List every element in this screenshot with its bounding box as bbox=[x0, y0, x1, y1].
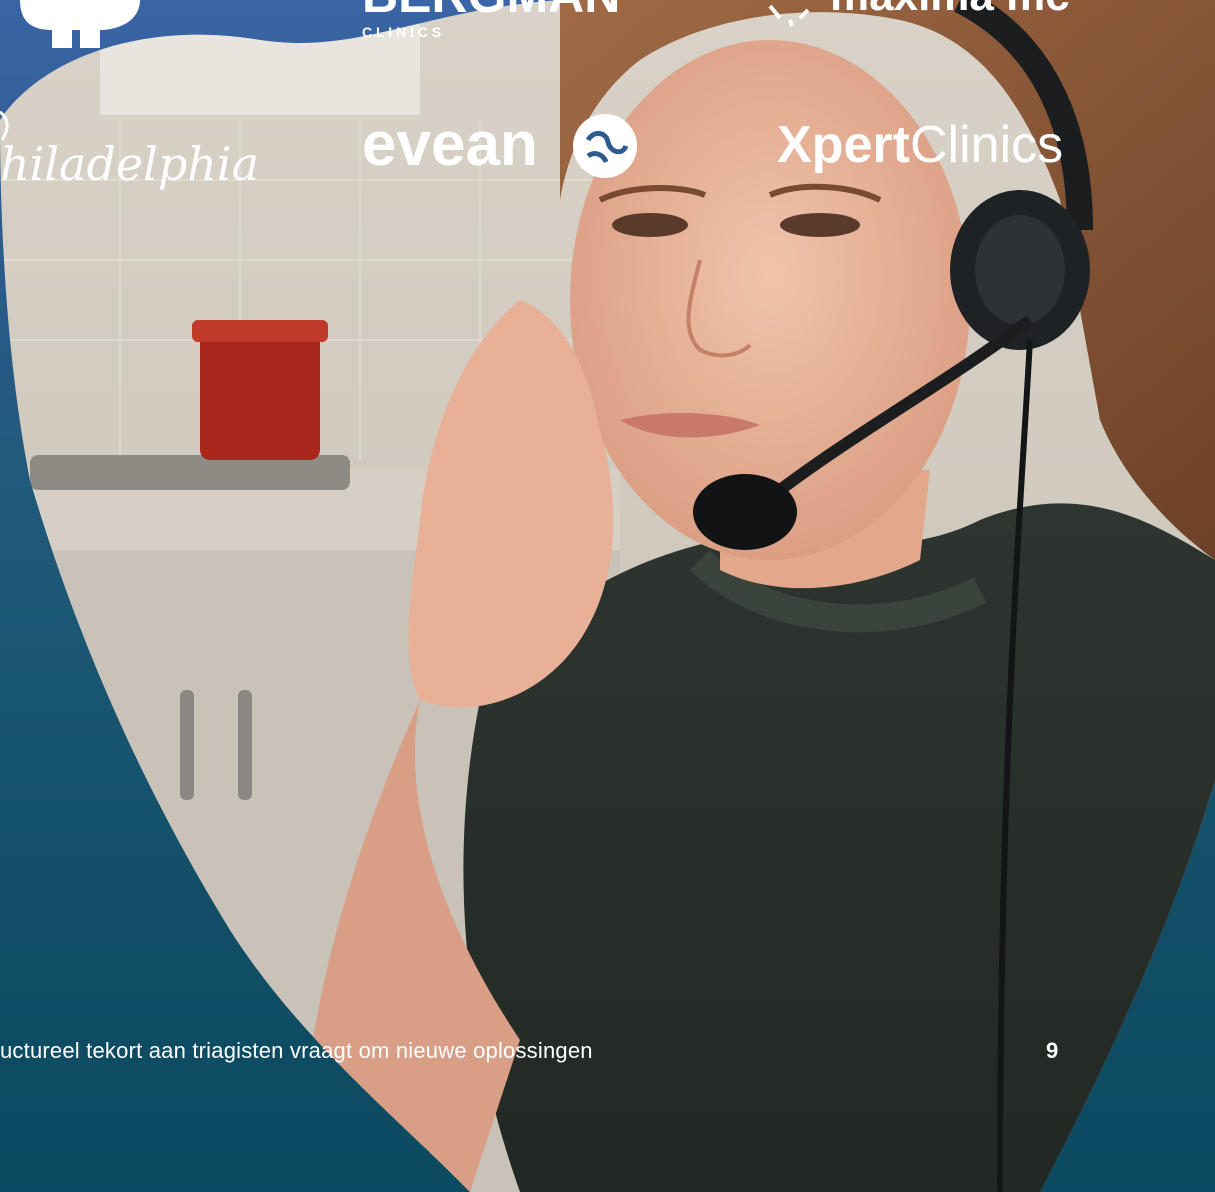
footer-caption: uctureel tekort aan triagisten vraagt om… bbox=[0, 1038, 593, 1063]
philadelphia-logo-stroke bbox=[0, 110, 9, 141]
xpert-logo-light: Clinics bbox=[910, 116, 1063, 174]
page: BERGMAN C L I N I C S maxima mc hiladelp… bbox=[0, 0, 1215, 1192]
logos-layer: BERGMAN C L I N I C S maxima mc hiladelp… bbox=[0, 0, 1070, 191]
xpert-logo-bold: Xpert bbox=[777, 116, 910, 174]
bergman-logo: BERGMAN bbox=[362, 0, 620, 23]
bergman-logo-sub: C L I N I C S bbox=[362, 24, 441, 40]
evean-logo: evean bbox=[362, 110, 538, 179]
evean-logo-icon bbox=[573, 114, 637, 178]
page-number: 9 bbox=[1046, 1038, 1059, 1063]
maxima-logo-icon bbox=[768, 4, 810, 27]
maxima-logo: maxima mc bbox=[830, 0, 1070, 20]
philadelphia-logo: hiladelphia bbox=[0, 137, 259, 191]
